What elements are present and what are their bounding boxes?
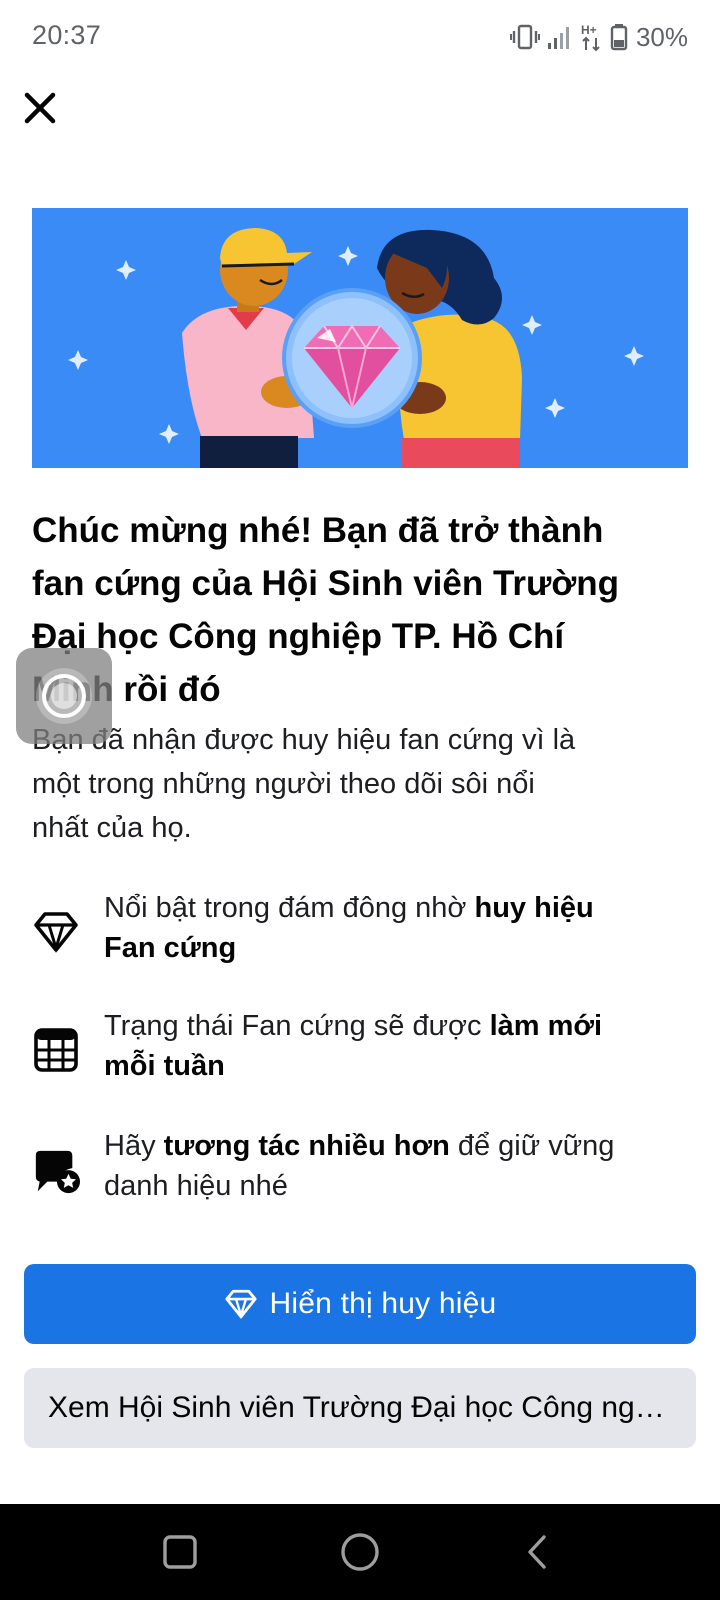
vibrate-icon (509, 23, 540, 51)
status-time: 20:37 (32, 20, 102, 50)
assistive-touch-button[interactable] (16, 648, 112, 744)
benefit-text: Hãy tương tác nhiều hơn để giữ vững danh… (104, 1130, 615, 1202)
show-badge-label: Hiển thị huy hiệu (269, 1287, 497, 1320)
navigation-bar (0, 1504, 720, 1600)
show-badge-button[interactable]: Hiển thị huy hiệu (24, 1264, 696, 1344)
close-button[interactable] (18, 86, 62, 130)
battery-percentage: 30% (635, 21, 688, 52)
back-button[interactable] (510, 1524, 566, 1580)
battery-icon (610, 23, 628, 51)
signal-icon (546, 23, 574, 51)
home-button[interactable] (332, 1524, 388, 1580)
chat-badge-icon (32, 1148, 80, 1196)
recents-button[interactable] (152, 1524, 208, 1580)
title-line: Chúc mừng nhé! Bạn đã trở thành (32, 511, 604, 550)
diamond-icon (224, 1289, 258, 1319)
status-bar: 20:37 H+ 30% (0, 0, 720, 76)
close-icon (24, 92, 56, 124)
back-icon (528, 1535, 546, 1569)
recents-icon (163, 1535, 197, 1569)
benefit-text: Trạng thái Fan cứng sẽ được làm mới mỗi … (104, 1010, 603, 1082)
diamond-icon (32, 908, 80, 956)
benefit-item-refresh: Trạng thái Fan cứng sẽ được làm mới mỗi … (32, 1006, 692, 1096)
benefit-item-badge: Nổi bật trong đám đông nhờ huy hiệu Fan … (32, 888, 692, 978)
svg-text:H+: H+ (581, 23, 597, 37)
subtitle-line: nhất của họ. (32, 812, 192, 844)
home-icon (341, 1533, 379, 1571)
subtitle: Bạn đã nhận được huy hiệu fan cứng vì là… (32, 718, 682, 850)
hplus-data-icon: H+ (580, 22, 604, 52)
view-page-button[interactable]: Xem Hội Sinh viên Trường Đại học Công ng… (24, 1368, 696, 1448)
benefit-text: Nổi bật trong đám đông nhờ huy hiệu Fan … (104, 892, 594, 964)
page-title: Chúc mừng nhé! Bạn đã trở thành fan cứng… (32, 504, 692, 716)
title-line: fan cứng của Hội Sinh viên Trường (32, 564, 620, 603)
hero-illustration (32, 208, 688, 468)
status-icons: H+ 30% (509, 20, 688, 54)
subtitle-line: Bạn đã nhận được huy hiệu fan cứng vì là (32, 724, 576, 756)
calendar-icon (32, 1026, 80, 1074)
title-line: Đại học Công nghiệp TP. Hồ Chí (32, 617, 565, 656)
view-page-label: Xem Hội Sinh viên Trường Đại học Công ng… (48, 1391, 668, 1424)
subtitle-line: một trong những người theo dõi sôi nổi (32, 768, 535, 800)
benefit-item-engage: Hãy tương tác nhiều hơn để giữ vững danh… (32, 1126, 692, 1216)
assistive-touch-icon (36, 668, 92, 724)
fan-badge-illustration (32, 208, 688, 468)
